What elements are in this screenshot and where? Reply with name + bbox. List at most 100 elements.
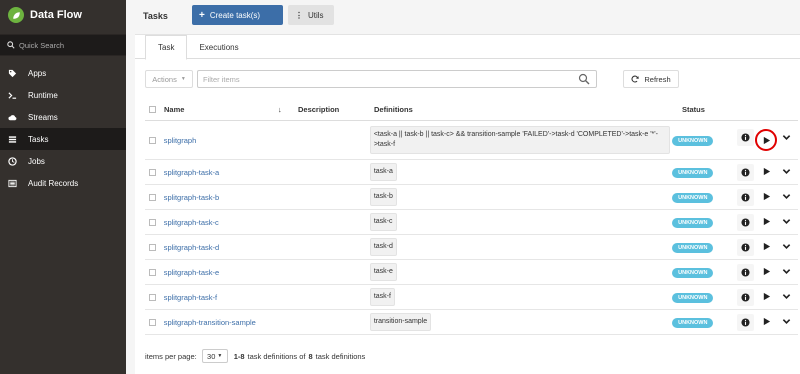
table-row: splitgraph-task-f task-f UNKNOWN (145, 285, 798, 310)
play-icon (763, 292, 770, 301)
caret-down-icon: ▼ (180, 76, 186, 82)
column-header-description: Description (298, 105, 340, 114)
more-button[interactable] (778, 189, 794, 205)
terminal-icon (7, 90, 17, 100)
row-checkbox[interactable] (148, 168, 156, 176)
plus-icon: + (199, 9, 205, 21)
tasks-table: Name ↓ Description Definitions Status sp… (145, 99, 798, 335)
chevron-down-icon (782, 219, 790, 224)
sidebar-nav: Apps Runtime Streams Tasks Jobs Audit Re… (0, 62, 126, 194)
create-tasks-button[interactable]: + Create task(s) (192, 5, 283, 25)
row-checkbox[interactable] (148, 318, 156, 326)
info-button[interactable] (737, 188, 754, 206)
task-name-link[interactable]: splitgraph-task-b (164, 193, 219, 202)
app-title: Data Flow (30, 9, 82, 21)
table-row: splitgraph-task-b task-b UNKNOWN (145, 185, 798, 210)
quick-search[interactable] (0, 34, 126, 56)
sidebar-item-runtime[interactable]: Runtime (0, 84, 126, 106)
info-button[interactable] (737, 213, 754, 231)
chevron-down-icon (782, 319, 790, 324)
search-icon (7, 41, 15, 49)
row-checkbox[interactable] (148, 136, 156, 144)
play-icon (763, 267, 770, 276)
main-content: Tasks + Create task(s) ⋮ Utils Task Exec… (126, 0, 800, 374)
utils-label: Utils (308, 10, 324, 20)
launch-button[interactable] (758, 189, 774, 205)
info-button[interactable] (737, 163, 754, 181)
task-definition: transition-sample (369, 313, 432, 331)
info-button[interactable] (737, 288, 754, 306)
launch-button[interactable] (758, 314, 774, 330)
info-button[interactable] (737, 238, 754, 256)
task-name-link[interactable]: splitgraph-task-a (164, 168, 219, 177)
sidebar-item-label: Jobs (28, 156, 45, 166)
info-button[interactable] (737, 313, 754, 331)
task-name-link[interactable]: splitgraph-task-f (164, 293, 217, 302)
info-icon (741, 192, 750, 202)
row-checkbox[interactable] (148, 293, 156, 301)
select-all-checkbox[interactable] (149, 106, 156, 113)
total-count: 8 (308, 351, 313, 361)
task-definition: task-c (369, 213, 397, 231)
sidebar-item-apps[interactable]: Apps (0, 62, 126, 84)
row-checkbox[interactable] (148, 268, 156, 276)
status-badge: UNKNOWN (672, 317, 714, 328)
brand[interactable]: Data Flow (0, 0, 126, 30)
more-button[interactable] (778, 129, 794, 145)
sidebar-item-streams[interactable]: Streams (0, 106, 126, 128)
search-icon[interactable] (578, 73, 590, 85)
launch-button[interactable] (758, 289, 774, 305)
info-icon (741, 267, 750, 277)
utils-button[interactable]: ⋮ Utils (288, 5, 334, 25)
info-button[interactable] (737, 263, 754, 281)
more-button[interactable] (778, 264, 794, 280)
range-text: 1-8 (233, 351, 245, 361)
filter-input[interactable] (198, 74, 578, 84)
kebab-icon: ⋮ (295, 10, 303, 20)
sidebar-item-jobs[interactable]: Jobs (0, 150, 126, 172)
task-name-link[interactable]: splitgraph-task-d (164, 243, 219, 252)
actions-dropdown[interactable]: Actions ▼ (145, 70, 193, 88)
chevron-down-icon (782, 294, 790, 299)
more-button[interactable] (778, 314, 794, 330)
page-size-select[interactable]: 30 ▼ (201, 349, 228, 363)
tasks-panel: Task Executions Actions ▼ Refresh Name ↓ (135, 34, 800, 374)
sidebar-item-label: Streams (28, 112, 58, 122)
more-button[interactable] (778, 239, 794, 255)
task-name-link[interactable]: splitgraph (164, 136, 197, 145)
table-header: Name ↓ Description Definitions Status (145, 99, 798, 121)
sidebar-item-audit-records[interactable]: Audit Records (0, 172, 126, 194)
row-checkbox[interactable] (148, 243, 156, 251)
sidebar-item-tasks[interactable]: Tasks (0, 128, 126, 150)
launch-button[interactable] (755, 129, 777, 151)
sort-arrow-icon[interactable]: ↓ (278, 105, 282, 114)
status-badge: UNKNOWN (672, 292, 714, 303)
launch-button[interactable] (758, 239, 774, 255)
sidebar-item-label: Apps (28, 68, 47, 78)
filter-box[interactable] (197, 70, 597, 88)
play-icon (763, 136, 770, 144)
refresh-button[interactable]: Refresh (623, 70, 679, 88)
row-checkbox[interactable] (148, 218, 156, 226)
items-per-page-label: items per page: (145, 351, 197, 361)
column-header-name[interactable]: Name (160, 105, 278, 114)
sidebar-item-label: Audit Records (28, 178, 79, 188)
tab-executions[interactable]: Executions (187, 35, 250, 59)
launch-button[interactable] (758, 214, 774, 230)
launch-button[interactable] (758, 164, 774, 180)
row-checkbox[interactable] (148, 193, 156, 201)
table-row: splitgraph-task-c task-c UNKNOWN (145, 210, 798, 235)
task-name-link[interactable]: splitgraph-task-c (164, 218, 219, 227)
table-row: splitgraph-task-d task-d UNKNOWN (145, 235, 798, 260)
quick-search-input[interactable] (19, 40, 119, 50)
more-button[interactable] (778, 289, 794, 305)
more-button[interactable] (778, 214, 794, 230)
launch-button[interactable] (758, 264, 774, 280)
task-name-link[interactable]: splitgraph-task-e (164, 268, 219, 277)
task-name-link[interactable]: splitgraph-transition-sample (164, 318, 256, 327)
more-button[interactable] (778, 164, 794, 180)
tag-icon (7, 68, 17, 78)
tasks-icon (7, 134, 17, 144)
tab-task[interactable]: Task (145, 35, 188, 60)
info-button[interactable] (737, 129, 754, 146)
